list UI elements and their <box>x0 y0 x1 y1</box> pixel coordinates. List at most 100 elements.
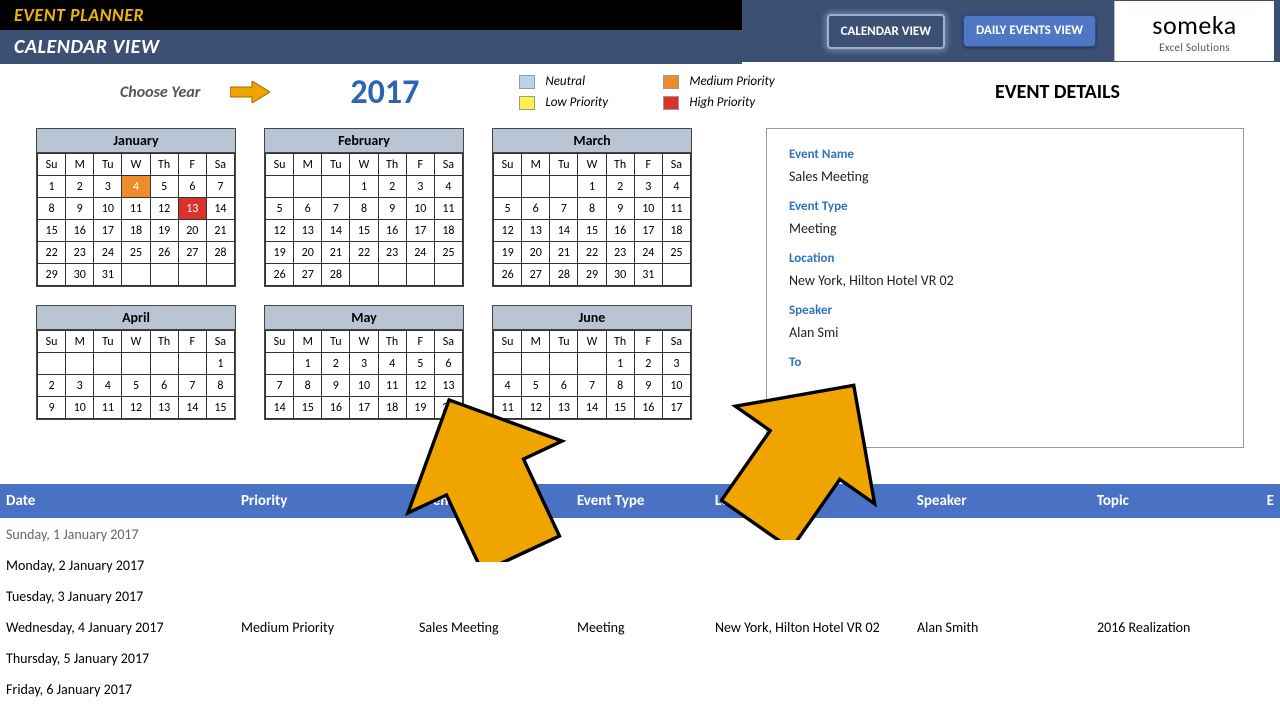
calendar-day[interactable]: 16 <box>634 397 662 419</box>
calendar-day[interactable]: 14 <box>550 220 578 242</box>
calendar-day[interactable]: 15 <box>294 397 322 419</box>
calendar-day[interactable]: 12 <box>122 397 150 419</box>
calendar-day[interactable]: 6 <box>522 198 550 220</box>
calendar-day[interactable]: 26 <box>494 264 522 286</box>
calendar-day[interactable]: 29 <box>38 264 66 286</box>
calendar-day[interactable]: 12 <box>494 220 522 242</box>
calendar-day[interactable]: 18 <box>434 220 462 242</box>
calendar-day[interactable]: 9 <box>634 375 662 397</box>
calendar-day[interactable]: 16 <box>66 220 94 242</box>
list-item[interactable]: Wednesday, 4 January 2017Medium Priority… <box>0 612 1280 643</box>
calendar-day[interactable]: 7 <box>322 198 350 220</box>
calendar-day[interactable]: 13 <box>294 220 322 242</box>
calendar-day[interactable]: 1 <box>38 176 66 198</box>
calendar-day[interactable]: 14 <box>578 397 606 419</box>
calendar-day[interactable]: 9 <box>66 198 94 220</box>
calendar-day[interactable]: 20 <box>178 220 206 242</box>
calendar-day[interactable]: 2 <box>322 353 350 375</box>
calendar-day[interactable]: 7 <box>578 375 606 397</box>
calendar-day[interactable]: 3 <box>634 176 662 198</box>
list-item[interactable]: Friday, 6 January 2017 <box>0 674 1280 705</box>
calendar-day[interactable]: 8 <box>578 198 606 220</box>
calendar-day[interactable]: 14 <box>178 397 206 419</box>
calendar-day[interactable]: 11 <box>122 198 150 220</box>
calendar-day[interactable]: 4 <box>94 375 122 397</box>
calendar-day[interactable]: 10 <box>350 375 378 397</box>
calendar-day[interactable]: 6 <box>150 375 178 397</box>
calendar-day[interactable]: 23 <box>66 242 94 264</box>
calendar-day[interactable]: 8 <box>350 198 378 220</box>
calendar-day[interactable]: 7 <box>206 176 234 198</box>
calendar-day[interactable]: 28 <box>322 264 350 286</box>
calendar-day[interactable]: 16 <box>378 220 406 242</box>
calendar-day[interactable]: 24 <box>634 242 662 264</box>
calendar-day[interactable]: 5 <box>122 375 150 397</box>
calendar-day[interactable]: 27 <box>522 264 550 286</box>
calendar-day[interactable]: 15 <box>606 397 634 419</box>
calendar-day[interactable]: 3 <box>662 353 690 375</box>
calendar-day[interactable]: 12 <box>266 220 294 242</box>
calendar-day[interactable]: 4 <box>378 353 406 375</box>
calendar-day[interactable]: 27 <box>294 264 322 286</box>
calendar-day[interactable]: 1 <box>578 176 606 198</box>
calendar-day[interactable]: 27 <box>178 242 206 264</box>
calendar-day[interactable]: 9 <box>38 397 66 419</box>
calendar-day[interactable]: 29 <box>578 264 606 286</box>
calendar-day[interactable]: 9 <box>322 375 350 397</box>
calendar-day[interactable]: 19 <box>266 242 294 264</box>
calendar-day[interactable]: 6 <box>178 176 206 198</box>
calendar-day[interactable]: 3 <box>350 353 378 375</box>
calendar-day[interactable]: 19 <box>150 220 178 242</box>
calendar-day[interactable]: 18 <box>122 220 150 242</box>
daily-events-button[interactable]: DAILY EVENTS VIEW <box>963 15 1096 48</box>
calendar-day[interactable]: 25 <box>122 242 150 264</box>
calendar-day[interactable]: 1 <box>350 176 378 198</box>
calendar-day[interactable]: 5 <box>266 198 294 220</box>
calendar-day[interactable]: 13 <box>150 397 178 419</box>
calendar-day[interactable]: 23 <box>606 242 634 264</box>
calendar-day[interactable]: 17 <box>634 220 662 242</box>
calendar-day[interactable]: 9 <box>378 198 406 220</box>
calendar-day[interactable]: 7 <box>550 198 578 220</box>
calendar-day[interactable]: 8 <box>206 375 234 397</box>
calendar-day[interactable]: 30 <box>606 264 634 286</box>
calendar-day[interactable]: 1 <box>294 353 322 375</box>
calendar-day[interactable]: 26 <box>266 264 294 286</box>
calendar-day[interactable]: 12 <box>150 198 178 220</box>
calendar-day[interactable]: 3 <box>66 375 94 397</box>
calendar-day[interactable]: 21 <box>206 220 234 242</box>
calendar-day[interactable]: 11 <box>94 397 122 419</box>
list-item[interactable]: Thursday, 5 January 2017 <box>0 643 1280 674</box>
calendar-day[interactable]: 1 <box>206 353 234 375</box>
calendar-day[interactable]: 7 <box>266 375 294 397</box>
calendar-day[interactable]: 16 <box>606 220 634 242</box>
calendar-day[interactable]: 10 <box>634 198 662 220</box>
calendar-day[interactable]: 8 <box>38 198 66 220</box>
calendar-day[interactable]: 2 <box>634 353 662 375</box>
calendar-day[interactable]: 8 <box>294 375 322 397</box>
calendar-day[interactable]: 4 <box>122 176 150 198</box>
calendar-day[interactable]: 13 <box>522 220 550 242</box>
calendar-day[interactable]: 4 <box>434 176 462 198</box>
calendar-day[interactable]: 16 <box>322 397 350 419</box>
calendar-day[interactable]: 2 <box>606 176 634 198</box>
calendar-day[interactable]: 2 <box>66 176 94 198</box>
calendar-day[interactable]: 2 <box>38 375 66 397</box>
calendar-day[interactable]: 14 <box>206 198 234 220</box>
calendar-day[interactable]: 3 <box>406 176 434 198</box>
calendar-day[interactable]: 6 <box>294 198 322 220</box>
calendar-day[interactable]: 15 <box>578 220 606 242</box>
list-item[interactable]: Monday, 2 January 2017 <box>0 550 1280 581</box>
calendar-day[interactable]: 5 <box>494 198 522 220</box>
calendar-day[interactable]: 31 <box>94 264 122 286</box>
calendar-day[interactable]: 18 <box>662 220 690 242</box>
calendar-day[interactable]: 31 <box>634 264 662 286</box>
calendar-day[interactable]: 4 <box>662 176 690 198</box>
calendar-day[interactable]: 19 <box>494 242 522 264</box>
calendar-day[interactable]: 2 <box>378 176 406 198</box>
calendar-day[interactable]: 25 <box>662 242 690 264</box>
calendar-day[interactable]: 22 <box>350 242 378 264</box>
calendar-day[interactable]: 10 <box>662 375 690 397</box>
calendar-day[interactable]: 22 <box>578 242 606 264</box>
calendar-day[interactable]: 11 <box>434 198 462 220</box>
